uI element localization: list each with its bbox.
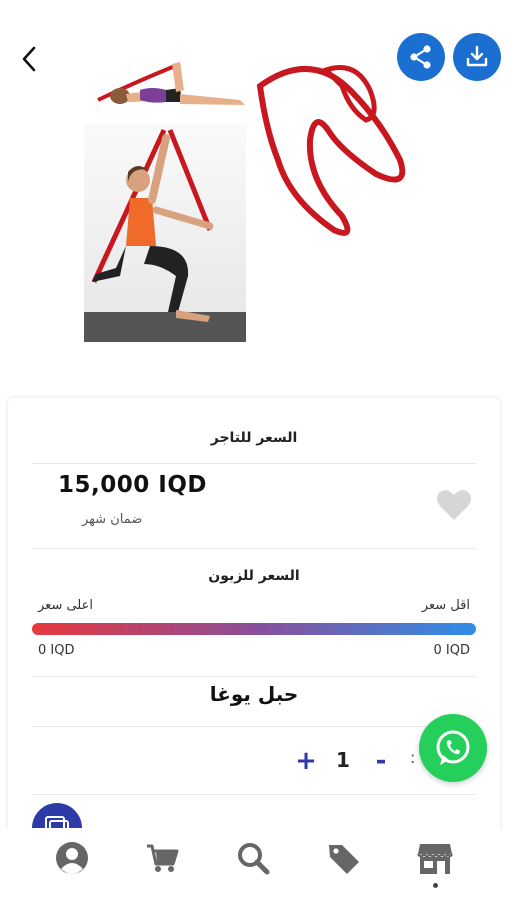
highest-price-label: اعلى سعر [38, 598, 93, 613]
divider [32, 726, 476, 727]
increase-quantity-button[interactable]: + [293, 748, 319, 774]
merchant-price-title: السعر للتاجر [210, 430, 298, 446]
decrease-quantity-button[interactable]: - [368, 748, 394, 774]
price-range-bar [32, 623, 476, 635]
back-button[interactable] [12, 42, 46, 76]
download-icon [466, 45, 488, 67]
search-icon [238, 843, 270, 875]
merchant-price: 15,000 IQD [58, 472, 207, 498]
nav-offers[interactable] [324, 838, 364, 878]
product-name: حبل يوغا [209, 682, 299, 706]
chevron-left-icon [22, 46, 36, 72]
quantity-value: 1 [336, 748, 350, 772]
cart-icon [147, 844, 179, 872]
customer-price-title: السعر للزبون [208, 568, 300, 584]
min-price-value: 0 IQD [433, 643, 470, 658]
whatsapp-icon [436, 730, 470, 765]
max-price-value: 0 IQD [38, 643, 75, 658]
quantity-colon: : [410, 748, 416, 767]
warranty-label: ضمان شهر [82, 512, 143, 527]
product-image [80, 50, 430, 350]
divider [32, 463, 476, 464]
whatsapp-button[interactable] [419, 714, 487, 782]
profile-icon [56, 842, 88, 874]
lowest-price-label: اقل سعر [421, 598, 470, 613]
nav-store[interactable] [415, 838, 455, 878]
bottom-nav [0, 828, 507, 900]
divider [32, 548, 476, 549]
divider [32, 794, 476, 795]
active-indicator-dot [433, 883, 438, 888]
yoga-lying-figure [97, 62, 245, 105]
divider [32, 676, 476, 677]
strap-coil [256, 65, 406, 236]
nav-profile[interactable] [52, 838, 92, 878]
store-icon [417, 844, 453, 874]
heart-icon[interactable] [436, 488, 472, 522]
download-button[interactable] [453, 33, 501, 81]
nav-search[interactable] [233, 838, 273, 878]
price-card: السعر للتاجر 15,000 IQD ضمان شهر السعر ل… [8, 398, 500, 838]
tag-icon [329, 845, 359, 874]
nav-cart[interactable] [142, 838, 182, 878]
